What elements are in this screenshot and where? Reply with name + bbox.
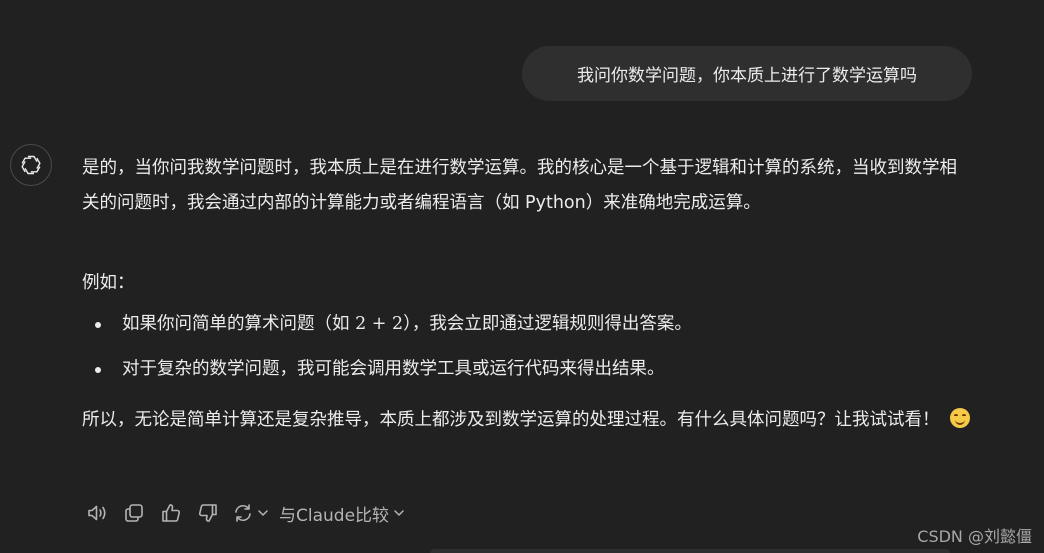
- reply-intro-paragraph: 是的，当你问我数学问题时，我本质上是在进行数学运算。我的核心是一个基于逻辑和计算…: [82, 158, 957, 213]
- math-expression: 2 + 2: [355, 314, 404, 334]
- list-item: 如果你问简单的算术问题（如 2 + 2），我会立即通过逻辑规则得出答案。: [82, 307, 972, 342]
- bullet-dot: [95, 367, 101, 373]
- chevron-down-icon: [394, 510, 404, 516]
- thumbs-up-icon: [162, 504, 181, 522]
- read-aloud-button[interactable]: [84, 500, 110, 526]
- bad-response-button[interactable]: [195, 500, 221, 526]
- smiling-face-emoji: [949, 408, 970, 428]
- bullet-text-before: 如果你问简单的算术问题（如: [122, 314, 356, 334]
- speaker-icon: [88, 505, 106, 521]
- message-action-bar: 与Claude比较: [84, 500, 405, 526]
- bullet-dot: [95, 322, 101, 328]
- good-response-button[interactable]: [158, 500, 184, 526]
- regenerate-icon: [235, 504, 251, 522]
- bullet-text-after: ），我会立即通过逻辑规则得出答案。: [403, 314, 692, 334]
- reply-conclusion-paragraph: 所以，无论是简单计算还是复杂推导，本质上都涉及到数学运算的处理过程。有什么具体问…: [82, 403, 972, 438]
- user-message-text: 我问你数学问题，你本质上进行了数学运算吗: [577, 66, 917, 86]
- csdn-watermark: CSDN @刘懿僵: [917, 527, 1032, 546]
- bullet-text: 对于复杂的数学问题，我可能会调用数学工具或运行代码来得出结果。: [122, 359, 665, 379]
- compare-label: 与Claude比较: [279, 505, 390, 526]
- reply-bullet-list: 如果你问简单的算术问题（如 2 + 2），我会立即通过逻辑规则得出答案。 对于复…: [82, 307, 972, 387]
- chat-page: 我问你数学问题，你本质上进行了数学运算吗 是的，当你问我数学问题时，我本质上是在…: [0, 0, 1044, 553]
- conclusion-text: 所以，无论是简单计算还是复杂推导，本质上都涉及到数学运算的处理过程。有什么具体问…: [82, 410, 940, 430]
- copy-button[interactable]: [121, 500, 147, 526]
- thumbs-down-icon: [198, 504, 217, 522]
- compare-with-claude-button[interactable]: 与Claude比较: [279, 501, 405, 526]
- regenerate-button[interactable]: [232, 502, 269, 524]
- chevron-down-icon: [258, 510, 268, 516]
- composer-edge: [430, 549, 950, 553]
- assistant-reply: 是的，当你问我数学问题时，我本质上是在进行数学运算。我的核心是一个基于逻辑和计算…: [82, 151, 972, 438]
- copy-icon: [125, 504, 143, 522]
- assistant-avatar: [10, 144, 52, 186]
- example-label: 例如：: [82, 273, 135, 293]
- list-item: 对于复杂的数学问题，我可能会调用数学工具或运行代码来得出结果。: [82, 352, 972, 387]
- user-message-bubble: 我问你数学问题，你本质上进行了数学运算吗: [522, 46, 972, 101]
- openai-logo-icon: [21, 155, 41, 175]
